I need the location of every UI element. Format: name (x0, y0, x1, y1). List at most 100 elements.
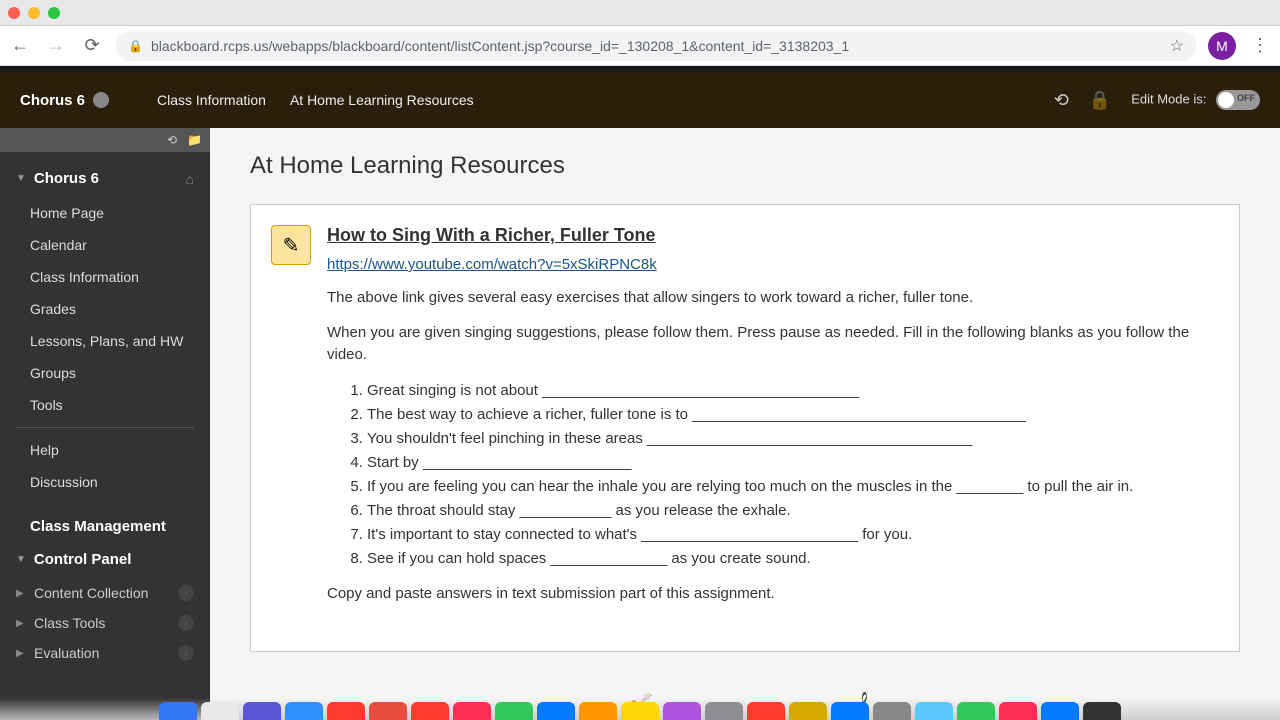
dock-app[interactable] (663, 702, 701, 720)
mac-titlebar: Bb At Home Learning Resources – × + (0, 0, 1280, 26)
assignment-icon: ✎ (271, 225, 311, 265)
dock-app[interactable] (957, 702, 995, 720)
list-item: Start by _________________________ (367, 451, 1219, 475)
panel-item[interactable]: ▶Evaluation› (0, 638, 210, 668)
content-item-link[interactable]: https://www.youtube.com/watch?v=5xSkiRPN… (327, 256, 1219, 273)
panel-item[interactable]: ▶Content Collection› (0, 578, 210, 608)
content-item: ✎ How to Sing With a Richer, Fuller Tone… (250, 204, 1240, 652)
list-item: The throat should stay ___________ as yo… (367, 499, 1219, 523)
content-list: Great singing is not about _____________… (367, 379, 1219, 571)
bookmark-star-icon[interactable]: ☆ (1170, 36, 1184, 56)
dock-app[interactable] (873, 702, 911, 720)
chevron-right-icon: ▶ (16, 588, 30, 599)
expand-icon[interactable]: › (178, 585, 194, 601)
maximize-window-button[interactable] (48, 7, 60, 19)
course-header: Chorus 6 Class Information At Home Learn… (0, 72, 1280, 128)
browser-toolbar: ← → ⟳ 🔒 blackboard.rcps.us/webapps/black… (0, 26, 1280, 66)
content-item-title[interactable]: How to Sing With a Richer, Fuller Tone (327, 225, 1219, 246)
list-item: It's important to stay connected to what… (367, 523, 1219, 547)
main-area: ⟲ 📁 ▼ Chorus 6 ⌂ Home PageCalendarClass … (0, 128, 1280, 720)
new-tab-button[interactable]: + (318, 0, 346, 1)
chevron-down-icon: ▼ (16, 173, 26, 184)
minimize-window-button[interactable] (28, 7, 40, 19)
profile-avatar[interactable]: M (1208, 32, 1236, 60)
breadcrumb-link[interactable]: At Home Learning Resources (290, 92, 474, 108)
close-window-button[interactable] (8, 7, 20, 19)
chevron-right-icon: ▶ (16, 618, 30, 629)
dock-app[interactable] (495, 702, 533, 720)
browser-menu-button[interactable]: ⋮ (1248, 35, 1272, 56)
dock-app[interactable] (705, 702, 743, 720)
dock-app[interactable] (327, 702, 365, 720)
dock-app[interactable] (285, 702, 323, 720)
dock-app[interactable] (789, 702, 827, 720)
chevron-down-icon: ▼ (16, 554, 26, 565)
refresh-icon[interactable]: ⟲ (1054, 90, 1069, 111)
content-area: At Home Learning Resources ✎ How to Sing… (210, 128, 1280, 720)
dock-app[interactable] (579, 702, 617, 720)
list-item: See if you can hold spaces _____________… (367, 547, 1219, 571)
course-menu-header[interactable]: ▼ Chorus 6 ⌂ (0, 160, 210, 197)
sidebar-item[interactable]: Lessons, Plans, and HW (0, 325, 210, 357)
list-item: You shouldn't feel pinching in these are… (367, 427, 1219, 451)
sidebar-item[interactable]: Home Page (0, 197, 210, 229)
list-item: Great singing is not about _____________… (367, 379, 1219, 403)
sidebar-item[interactable]: Groups (0, 357, 210, 389)
course-name: Chorus 6 (20, 92, 85, 109)
sidebar-item[interactable]: Grades (0, 293, 210, 325)
bb-topbar (0, 66, 1280, 72)
lock-icon[interactable]: 🔒 (1089, 90, 1111, 111)
list-item: If you are feeling you can hear the inha… (367, 475, 1219, 499)
control-panel-header[interactable]: ▼ Control Panel (0, 547, 210, 578)
class-management-header[interactable]: Class Management (0, 506, 210, 547)
dock-app[interactable] (411, 702, 449, 720)
refresh-sidebar-icon[interactable]: ⟲ (167, 133, 177, 147)
dock-app[interactable] (747, 702, 785, 720)
dock-app[interactable] (537, 702, 575, 720)
folder-icon[interactable]: 📁 (187, 133, 202, 147)
content-paragraph: When you are given singing suggestions, … (327, 322, 1219, 367)
forward-button[interactable]: → (44, 34, 68, 58)
page-title: At Home Learning Resources (250, 152, 1240, 180)
course-menu: ▼ Chorus 6 ⌂ Home PageCalendarClass Info… (0, 152, 210, 506)
header-right-icons: ⟲ 🔒 Edit Mode is: OFF (1054, 90, 1260, 111)
dock-app[interactable] (621, 702, 659, 720)
sidebar-item[interactable]: Class Information (0, 261, 210, 293)
sidebar-item[interactable]: Help (0, 434, 210, 466)
sidebar-toolbar: ⟲ 📁 (0, 128, 210, 152)
dock-app[interactable] (201, 702, 239, 720)
sidebar: ⟲ 📁 ▼ Chorus 6 ⌂ Home PageCalendarClass … (0, 128, 210, 720)
dock-app[interactable] (1083, 702, 1121, 720)
sidebar-item[interactable]: Discussion (0, 466, 210, 498)
edit-mode-label: Edit Mode is: OFF (1131, 90, 1260, 110)
dock-app[interactable] (1041, 702, 1079, 720)
edit-mode-toggle[interactable]: OFF (1216, 90, 1260, 110)
home-icon[interactable]: ⌂ (186, 171, 194, 187)
macos-dock (0, 698, 1280, 720)
breadcrumb-link[interactable]: Class Information (157, 92, 266, 108)
sidebar-item[interactable]: Calendar (0, 229, 210, 261)
list-item: The best way to achieve a richer, fuller… (367, 403, 1219, 427)
url-text: blackboard.rcps.us/webapps/blackboard/co… (151, 38, 1162, 54)
panel-item[interactable]: ▶Class Tools› (0, 608, 210, 638)
back-button[interactable]: ← (8, 34, 32, 58)
content-paragraph: The above link gives several easy exerci… (327, 287, 1219, 310)
address-bar[interactable]: 🔒 blackboard.rcps.us/webapps/blackboard/… (116, 31, 1196, 61)
dock-app[interactable] (999, 702, 1037, 720)
expand-icon[interactable]: › (178, 645, 194, 661)
sidebar-item[interactable]: Tools (0, 389, 210, 421)
dock-app[interactable] (453, 702, 491, 720)
dock-app[interactable] (915, 702, 953, 720)
dock-app[interactable] (243, 702, 281, 720)
chevron-right-icon: ▶ (16, 648, 30, 659)
dock-app[interactable] (159, 702, 197, 720)
lock-icon: 🔒 (128, 39, 143, 53)
menu-divider (16, 427, 194, 428)
traffic-lights (8, 7, 60, 19)
reload-button[interactable]: ⟳ (80, 34, 104, 58)
dock-app[interactable] (369, 702, 407, 720)
expand-icon[interactable]: › (178, 615, 194, 631)
content-paragraph: Copy and paste answers in text submissio… (327, 583, 1219, 606)
dock-app[interactable] (831, 702, 869, 720)
course-dropdown-icon[interactable] (93, 92, 109, 108)
